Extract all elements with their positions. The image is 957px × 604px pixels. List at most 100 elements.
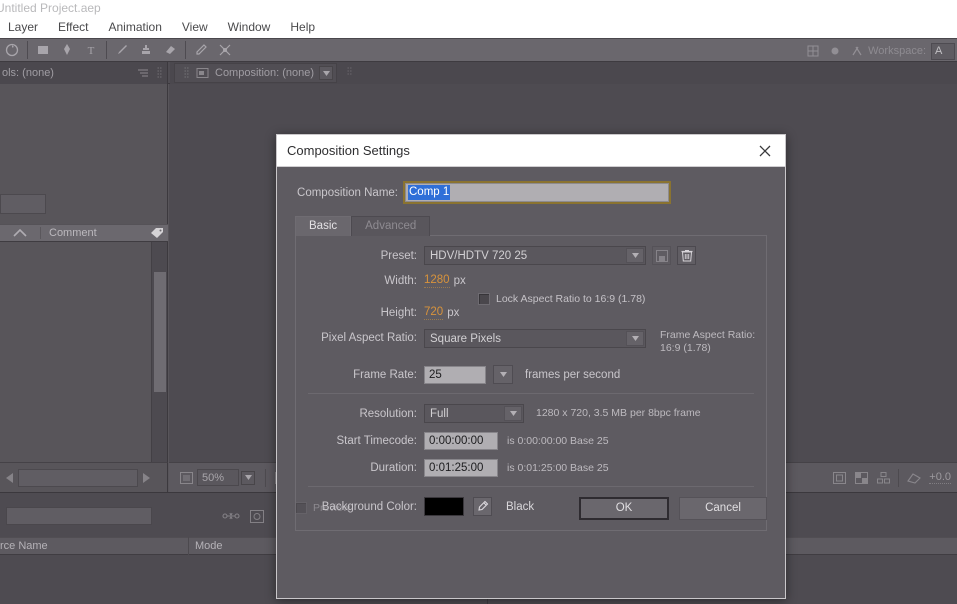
- snapping-icon[interactable]: [846, 40, 868, 62]
- panel-footer-field[interactable]: [18, 468, 138, 487]
- menu-item-help[interactable]: Help: [280, 16, 325, 38]
- panel-menu-icon[interactable]: [135, 68, 151, 78]
- dialog-tabs: Basic Advanced: [295, 216, 785, 236]
- composition-tab-dropdown[interactable]: [319, 66, 334, 80]
- tab-advanced[interactable]: Advanced: [351, 216, 431, 236]
- toolbar-separator: [106, 41, 107, 59]
- composition-tab-label: Composition: (none): [215, 67, 315, 79]
- shy-layers-icon[interactable]: [218, 506, 244, 526]
- preview-label: Preview: [313, 502, 351, 514]
- menu-item-effect[interactable]: Effect: [48, 16, 98, 38]
- ok-button[interactable]: OK: [579, 496, 669, 520]
- preview-control[interactable]: Preview: [295, 502, 350, 514]
- after-effects-window: Untitled Project.aep Layer Effect Animat…: [0, 0, 957, 604]
- panel-scrollbar[interactable]: [151, 242, 167, 468]
- fit-to-window-icon[interactable]: [175, 468, 197, 488]
- circle-icon[interactable]: [824, 40, 846, 62]
- frame-rate-row: Frame Rate: 25 frames per second: [296, 365, 766, 384]
- chevron-down-icon[interactable]: [626, 248, 644, 263]
- shape-tool-icon[interactable]: [31, 39, 55, 61]
- chevron-down-icon[interactable]: [504, 406, 522, 421]
- resolution-dropdown[interactable]: Full: [424, 404, 524, 423]
- composition-tab[interactable]: Composition: (none): [174, 63, 338, 83]
- svg-text:T: T: [88, 45, 95, 57]
- start-timecode-label: Start Timecode:: [336, 435, 417, 447]
- panel-grip-icon: [178, 66, 194, 80]
- panel-footer: [0, 462, 168, 492]
- composition-toolbar-right: +0.0: [828, 468, 951, 488]
- dialog-title: Composition Settings: [287, 143, 410, 158]
- grid-snap-icon[interactable]: [802, 40, 824, 62]
- region-of-interest-icon[interactable]: [828, 468, 850, 488]
- preset-dropdown[interactable]: HDV/HDTV 720 25: [424, 246, 646, 265]
- view-layout-icon[interactable]: [872, 468, 894, 488]
- chevron-down-icon[interactable]: [626, 331, 644, 346]
- height-value[interactable]: 720: [424, 306, 444, 320]
- duration-row: Duration: 0:01:25:00 is 0:01:25:00 Base …: [296, 459, 766, 477]
- width-value[interactable]: 1280: [424, 274, 450, 288]
- tag-icon[interactable]: [146, 227, 168, 239]
- menu-item-layer[interactable]: Layer: [0, 16, 48, 38]
- zoom-level[interactable]: 50%: [197, 469, 239, 486]
- frame-rate-dropdown[interactable]: [493, 365, 513, 384]
- frame-rate-unit: frames per second: [525, 368, 621, 381]
- lock-aspect-label: Lock Aspect Ratio to 16:9 (1.78): [496, 293, 646, 305]
- timeline-toggles: [218, 506, 270, 526]
- workspace-dropdown[interactable]: A: [931, 42, 955, 60]
- width-unit: px: [453, 275, 466, 287]
- menu-bar: Layer Effect Animation View Window Help: [0, 16, 957, 38]
- workspace-switcher: Workspace: A: [802, 39, 957, 63]
- timeline-search-input[interactable]: [6, 507, 152, 525]
- duration-label: Duration:: [370, 462, 417, 474]
- height-label: Height:: [380, 307, 417, 319]
- column-header-source-name[interactable]: rce Name: [0, 537, 188, 555]
- zoom-control[interactable]: 50%: [175, 468, 255, 488]
- puppet-pin-tool-icon[interactable]: [213, 39, 237, 61]
- effect-controls-tab[interactable]: ols: (none): [0, 62, 168, 84]
- tab-basic[interactable]: Basic: [295, 216, 352, 236]
- frame-blending-icon[interactable]: [244, 506, 270, 526]
- toolbar-separator: [185, 41, 186, 59]
- toolbar-separator: [898, 468, 900, 487]
- transparency-grid-icon[interactable]: [850, 468, 872, 488]
- start-timecode-input[interactable]: 0:00:00:00: [424, 432, 498, 450]
- resolution-row: Resolution: Full 1280 x 720, 3.5 MB per …: [296, 404, 766, 423]
- zoom-dropdown-icon[interactable]: [241, 470, 255, 485]
- sort-ascending-icon[interactable]: [0, 229, 40, 237]
- camera-icon[interactable]: [903, 468, 925, 488]
- roto-brush-tool-icon[interactable]: [189, 39, 213, 61]
- previous-frame-icon[interactable]: [4, 471, 16, 485]
- pixel-aspect-dropdown[interactable]: Square Pixels: [424, 329, 646, 348]
- rotation-tool-icon[interactable]: [0, 39, 24, 61]
- frame-rate-input[interactable]: 25: [424, 365, 486, 384]
- composition-name-value: Comp 1: [408, 185, 451, 200]
- menu-item-animation[interactable]: Animation: [99, 16, 172, 38]
- brush-tool-icon[interactable]: [110, 39, 134, 61]
- next-frame-icon[interactable]: [140, 471, 152, 485]
- save-preset-button[interactable]: [652, 246, 671, 265]
- menu-item-view[interactable]: View: [172, 16, 218, 38]
- preview-checkbox[interactable]: [295, 502, 307, 514]
- duration-note: is 0:01:25:00 Base 25: [507, 461, 609, 474]
- eraser-tool-icon[interactable]: [158, 39, 182, 61]
- text-tool-icon[interactable]: T: [79, 39, 103, 61]
- resolution-value: Full: [430, 407, 449, 420]
- pen-tool-icon[interactable]: [55, 39, 79, 61]
- start-timecode-note: is 0:00:00:00 Base 25: [507, 434, 609, 447]
- duration-input[interactable]: 0:01:25:00: [424, 459, 498, 477]
- panel-menu-icon[interactable]: [341, 66, 357, 80]
- toolbar-separator: [27, 41, 28, 59]
- delete-preset-button[interactable]: [677, 246, 696, 265]
- window-title-bar: Untitled Project.aep: [0, 0, 957, 16]
- close-icon[interactable]: [753, 139, 777, 163]
- scrollbar-thumb[interactable]: [154, 272, 166, 392]
- clone-stamp-tool-icon[interactable]: [134, 39, 158, 61]
- cancel-button[interactable]: Cancel: [679, 496, 767, 520]
- comment-column-header[interactable]: Comment: [0, 224, 168, 242]
- panel-field[interactable]: [0, 194, 46, 214]
- composition-name-input[interactable]: Comp 1: [403, 181, 671, 204]
- frame-rate-label: Frame Rate:: [353, 368, 417, 381]
- lock-aspect-checkbox[interactable]: [478, 293, 490, 305]
- menu-item-window[interactable]: Window: [218, 16, 281, 38]
- exposure-value[interactable]: +0.0: [929, 471, 951, 484]
